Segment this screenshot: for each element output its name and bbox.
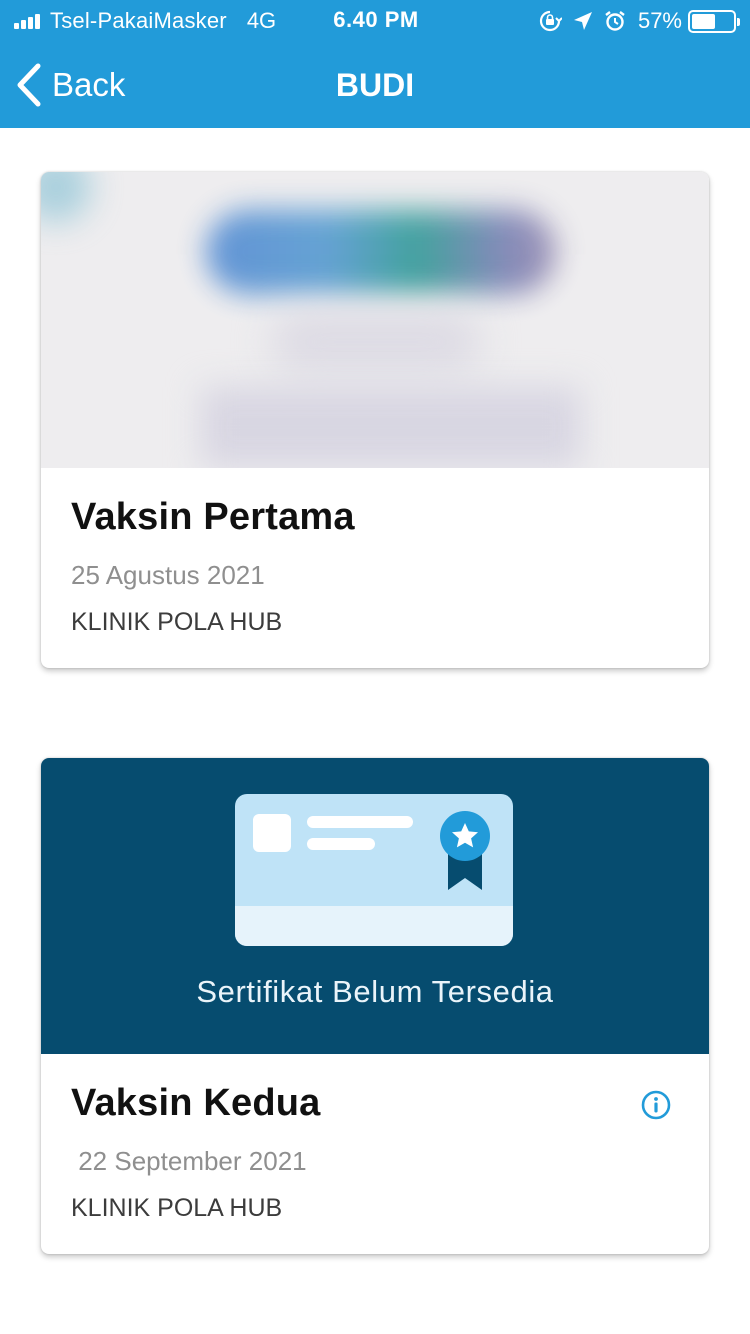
vaccine-clinic: KLINIK POLA HUB [71,608,283,636]
alarm-icon [605,11,625,31]
vaccine-card-first[interactable]: Vaksin Pertama 25 Agustus 2021 KLINIK PO… [41,172,709,668]
navigation-bar: Back BUDI [0,42,750,128]
status-bar: Tsel-PakaiMasker 4G 6.40 PM 57% [0,0,750,42]
certificate-image-blurred[interactable] [41,172,709,468]
location-arrow-icon [573,12,592,30]
certificate-unavailable-panel: Sertifikat Belum Tersedia [41,758,709,1054]
status-bar-right: 57% [528,7,740,35]
vaccine-title: Vaksin Kedua [71,1082,321,1124]
app-header: Tsel-PakaiMasker 4G 6.40 PM 57% Back BUD… [0,0,750,128]
certificate-status-text: Sertifikat Belum Tersedia [196,974,554,1009]
vaccine-date: 25 Agustus 2021 [71,560,265,590]
vaccine-title: Vaksin Pertama [71,496,355,538]
vaccine-card-second[interactable]: Sertifikat Belum Tersedia Vaksin Kedua 2… [41,758,709,1254]
orientation-lock-icon [539,10,562,32]
vaccine-date: 22 September 2021 [71,1146,307,1176]
battery-fill [692,13,715,29]
status-time-text: 6.40 PM [333,7,419,32]
battery-icon [688,9,740,33]
battery-percent: 57% [637,8,682,33]
certificate-card-icon [235,794,513,946]
vaccine-clinic: KLINIK POLA HUB [71,1194,283,1222]
info-icon[interactable] [641,1090,671,1125]
page-title: BUDI [335,67,415,103]
